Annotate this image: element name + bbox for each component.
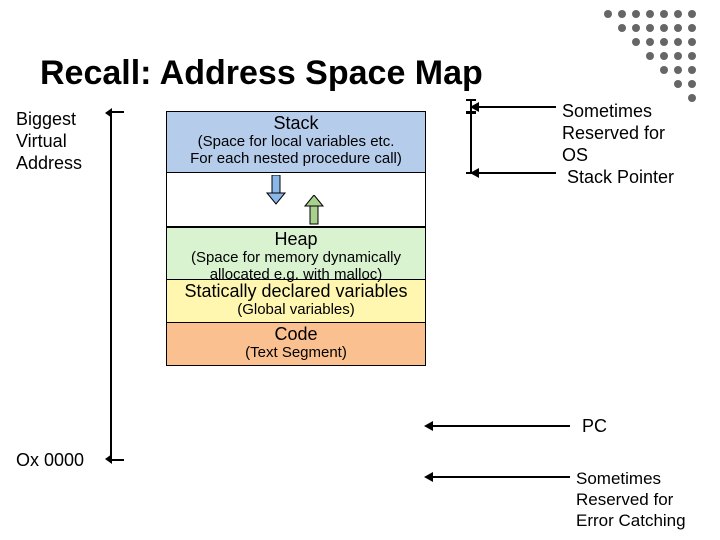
label-biggest-virtual-address: Biggest Virtual Address bbox=[16, 108, 82, 174]
region-heap-sub: (Space for memory dynamically allocated … bbox=[171, 249, 421, 283]
region-code-sub: (Text Segment) bbox=[171, 344, 421, 361]
arrow-to-pc-label bbox=[432, 425, 570, 427]
region-static-sub: (Global variables) bbox=[171, 301, 421, 318]
arrow-to-sp-label bbox=[478, 172, 556, 174]
memory-map-column: Stack (Space for local variables etc. Fo… bbox=[166, 111, 426, 366]
label-zero-address: Ox 0000 bbox=[16, 450, 84, 471]
label-reserved-os-stackpointer: Sometimes Reserved for OS Stack Pointer bbox=[562, 100, 674, 188]
label-reserved-error: Sometimes Reserved for Error Catching bbox=[576, 468, 686, 531]
region-static-title: Statically declared variables bbox=[171, 281, 421, 301]
region-gap bbox=[166, 173, 426, 227]
region-heap: Heap (Space for memory dynamically alloc… bbox=[166, 227, 426, 280]
region-code-title: Code bbox=[171, 324, 421, 344]
slide-title: Recall: Address Space Map bbox=[40, 54, 483, 93]
decorative-dots bbox=[600, 6, 710, 102]
region-heap-title: Heap bbox=[171, 229, 421, 249]
address-range-bracket bbox=[110, 111, 124, 461]
seg-bar-stack bbox=[470, 113, 472, 173]
arrow-to-os-label bbox=[478, 106, 556, 108]
region-code: Code (Text Segment) bbox=[166, 322, 426, 366]
region-stack: Stack (Space for local variables etc. Fo… bbox=[166, 111, 426, 173]
region-static: Statically declared variables (Global va… bbox=[166, 279, 426, 323]
label-pc: PC bbox=[582, 416, 607, 437]
region-stack-sub: (Space for local variables etc. For each… bbox=[171, 133, 421, 167]
arrow-up-icon bbox=[301, 195, 327, 225]
arrow-to-error-label bbox=[432, 476, 570, 478]
arrow-down-icon bbox=[263, 175, 289, 205]
region-stack-title: Stack bbox=[171, 113, 421, 133]
